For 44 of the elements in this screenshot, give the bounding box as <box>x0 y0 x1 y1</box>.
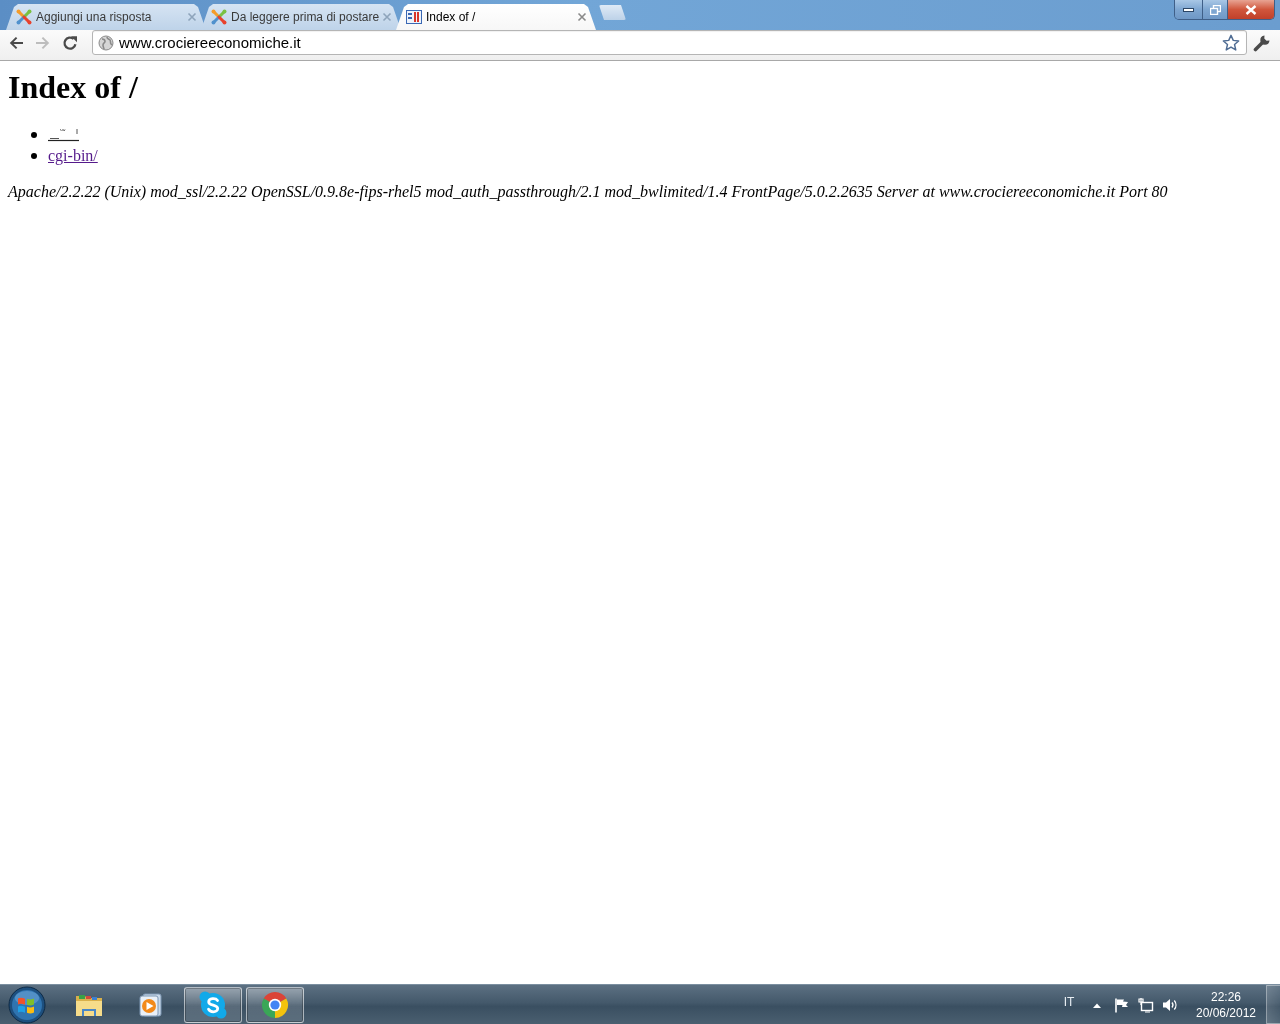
page-heading: Index of / <box>8 69 138 106</box>
browser-tab[interactable]: Aggiungi una risposta <box>6 4 206 30</box>
taskbar-app-button[interactable] <box>184 986 242 1023</box>
close-icon <box>382 12 392 22</box>
speaker-icon <box>1162 996 1178 1013</box>
bullet-icon <box>31 152 37 159</box>
smudged-link-icon <box>48 127 80 142</box>
tab-close-button[interactable] <box>577 12 587 22</box>
close-icon <box>187 12 197 22</box>
restore-icon <box>1209 4 1221 15</box>
taskbar-app-button[interactable] <box>246 986 304 1023</box>
colored-knot-icon <box>211 9 227 25</box>
windows-orb-icon <box>8 985 46 1024</box>
show-desktop-button[interactable] <box>1266 985 1280 1024</box>
flag-icon <box>1114 996 1130 1013</box>
language-indicator[interactable]: IT <box>1060 994 1078 1009</box>
bullet-icon <box>31 131 37 138</box>
colored-knot-icon <box>16 9 32 25</box>
bookmark-button[interactable] <box>1222 33 1240 52</box>
forward-arrow-icon <box>35 35 51 51</box>
browser-tab[interactable]: Da leggere prima di postare <box>201 4 401 30</box>
close-window-button[interactable] <box>1228 0 1274 19</box>
minimize-icon <box>1183 7 1194 12</box>
reload-icon <box>62 35 78 51</box>
network-button[interactable] <box>1138 996 1154 1013</box>
page-grid-icon <box>406 9 422 25</box>
clock-button[interactable]: 22:26 20/06/2012 <box>1193 988 1259 1021</box>
back-arrow-icon <box>8 35 24 51</box>
volume-button[interactable] <box>1162 996 1178 1013</box>
close-icon <box>577 12 587 22</box>
network-monitor-icon <box>1138 996 1154 1013</box>
globe-icon <box>98 34 114 51</box>
wrench-icon <box>1253 34 1271 52</box>
server-signature: Apache/2.2.22 (Unix) mod_ssl/2.2.22 OpenSSL/0.9.8e-fips-rhel5 mod_auth_passthrough/2.1 mod_bwlimited/1.4 FrontPage/5.0.2.2635 Server at www.crociereeconomiche.it Port 80 <box>8 182 1169 202</box>
minimize-button[interactable] <box>1175 0 1203 19</box>
action-center-button[interactable] <box>1114 996 1130 1013</box>
browser-tab[interactable]: Index of / <box>396 4 596 30</box>
cloud-swirl-icon <box>198 989 228 1020</box>
directory-link[interactable]: cgi-bin/ <box>48 146 98 165</box>
star-icon <box>1222 33 1240 52</box>
close-icon <box>1245 4 1257 15</box>
address-field[interactable]: www.crociereeconomiche.it <box>92 30 1247 55</box>
chrome-logo-icon <box>260 989 290 1020</box>
restore-button[interactable] <box>1203 0 1228 19</box>
